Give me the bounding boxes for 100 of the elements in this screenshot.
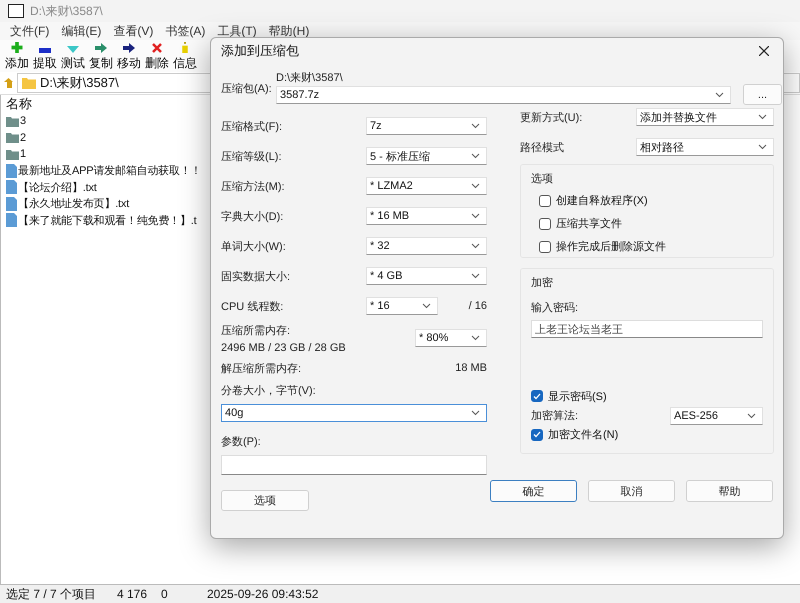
- field-label: 输入密码:: [531, 300, 580, 315]
- chevron-icon: [471, 183, 480, 189]
- checkbox[interactable]: [531, 390, 543, 402]
- toolbar-button[interactable]: 测试: [60, 42, 86, 72]
- chevron-icon: [471, 273, 480, 279]
- dropdown[interactable]: 相对路径: [636, 138, 774, 156]
- column-header[interactable]: 名称: [6, 95, 32, 113]
- options-button[interactable]: 选项: [221, 490, 309, 511]
- app-logo: [8, 4, 24, 18]
- dialog-title: 添加到压缩包: [221, 42, 299, 60]
- chevron-icon: [758, 144, 767, 150]
- checkbox[interactable]: [539, 194, 551, 206]
- toolbar-button[interactable]: 复制: [88, 42, 114, 72]
- field-label: 压缩包(A):: [221, 82, 273, 96]
- parameters-field[interactable]: [221, 455, 487, 475]
- folder-icon: [6, 116, 19, 127]
- status-text: 0: [160, 587, 169, 601]
- document-icon: [6, 180, 17, 194]
- dialog-button[interactable]: 取消: [588, 480, 675, 502]
- field-label: 解压缩所需内存:: [221, 362, 302, 376]
- file-name[interactable]: 【永久地址发布页】.txt: [18, 196, 130, 212]
- delete-icon: [152, 43, 162, 53]
- file-name[interactable]: 【来了就能下载和观看！纯免费！】.t: [18, 212, 197, 228]
- status-text: 2025-09-26 09:43:52: [206, 587, 320, 601]
- volume-size-field[interactable]: 40g: [221, 404, 487, 422]
- field-label: 单词大小(W):: [221, 240, 287, 254]
- menu-item[interactable]: 编辑(E): [55, 22, 108, 40]
- info-icon: [182, 42, 188, 53]
- field-label: 路径模式: [520, 140, 564, 154]
- minus-icon: [39, 48, 51, 53]
- window-title: D:\来财\3587\: [30, 2, 103, 20]
- dialog-button[interactable]: 帮助: [686, 480, 773, 502]
- dropdown[interactable]: * LZMA2: [366, 177, 487, 195]
- menu-item[interactable]: 书签(A): [159, 22, 212, 40]
- checkbox-label: 创建自释放程序(X): [556, 194, 648, 208]
- checkbox[interactable]: [539, 240, 551, 252]
- memory-value: 18 MB: [455, 362, 487, 374]
- password-field[interactable]: 上老王论坛当老王: [531, 320, 763, 338]
- checkbox-label: 显示密码(S): [548, 390, 607, 404]
- toolbar-button[interactable]: 信息: [172, 42, 198, 72]
- arrow-right-icon: [95, 43, 107, 53]
- chevron-down-icon: [67, 46, 79, 53]
- folder-path: D:\来财\3587\: [276, 71, 344, 85]
- file-name[interactable]: 3: [20, 115, 26, 128]
- chevron-icon: [471, 335, 480, 341]
- plus-icon: [11, 42, 23, 53]
- toolbar-button[interactable]: 删除: [144, 42, 170, 72]
- menu-item[interactable]: 查看(V): [107, 22, 160, 40]
- field-label: 固实数据大小:: [221, 270, 292, 284]
- status-text: 4 176: [116, 587, 148, 601]
- archive-name-field[interactable]: 3587.7z: [276, 86, 731, 104]
- chevron-icon: [471, 243, 480, 249]
- chevron-icon: [758, 114, 767, 120]
- dropdown[interactable]: 5 - 标准压缩: [366, 147, 487, 165]
- dropdown[interactable]: * 4 GB: [366, 267, 487, 285]
- chevron-icon: [471, 213, 480, 219]
- toolbar-button[interactable]: 添加: [4, 42, 30, 72]
- field-label: 分卷大小，字节(V):: [221, 384, 317, 398]
- field-label: CPU 线程数:: [221, 300, 284, 314]
- menu-item[interactable]: 工具(T): [211, 22, 263, 40]
- memory-usage: 2496 MB / 23 GB / 28 GB: [221, 342, 346, 354]
- document-icon: [6, 164, 17, 178]
- checkmark-icon: [533, 392, 541, 400]
- chevron-icon: [747, 412, 756, 419]
- menu-item[interactable]: 文件(F): [4, 22, 56, 40]
- browse-button[interactable]: ...: [743, 84, 782, 105]
- status-text: 选定 7 / 7 个项目: [5, 586, 98, 602]
- dropdown[interactable]: * 16: [366, 297, 438, 315]
- folder-icon: [6, 132, 19, 144]
- field-label: 参数(P):: [221, 435, 262, 449]
- field-label: 压缩方法(M):: [221, 180, 286, 194]
- checkbox-label: 加密文件名(N): [548, 428, 618, 442]
- field-label: 压缩等级(L):: [221, 150, 282, 164]
- chevron-icon: [471, 410, 480, 416]
- group-title: 选项: [531, 172, 554, 186]
- file-name[interactable]: 2: [20, 132, 26, 144]
- group-title: 加密: [531, 276, 554, 290]
- toolbar-button[interactable]: 提取: [32, 42, 58, 72]
- chevron-icon: [422, 303, 431, 309]
- dialog-button[interactable]: 确定: [490, 480, 577, 502]
- toolbar-button[interactable]: 移动: [116, 42, 142, 72]
- checkbox[interactable]: [531, 428, 543, 441]
- menu-item[interactable]: 帮助(H): [262, 22, 316, 40]
- folder-icon: [22, 77, 36, 89]
- file-name[interactable]: 最新地址及APP请发邮箱自动获取！！: [18, 163, 202, 178]
- document-icon: [6, 196, 17, 211]
- dropdown[interactable]: * 32: [366, 237, 487, 255]
- dropdown[interactable]: * 80%: [415, 329, 487, 347]
- close-button[interactable]: [757, 44, 771, 58]
- dropdown[interactable]: 添加并替换文件: [636, 108, 774, 126]
- field-label: 压缩格式(F):: [221, 120, 284, 134]
- file-name[interactable]: 1: [20, 148, 26, 160]
- dropdown[interactable]: AES-256: [670, 406, 763, 425]
- checkbox-label: 操作完成后删除源文件: [556, 240, 666, 254]
- checkbox-label: 压缩共享文件: [556, 216, 622, 231]
- dropdown[interactable]: * 16 MB: [366, 207, 487, 225]
- file-name[interactable]: 【论坛介绍】.txt: [18, 180, 97, 195]
- dropdown[interactable]: 7z: [366, 117, 487, 135]
- checkmark-icon: [533, 431, 541, 438]
- checkbox[interactable]: [539, 218, 551, 230]
